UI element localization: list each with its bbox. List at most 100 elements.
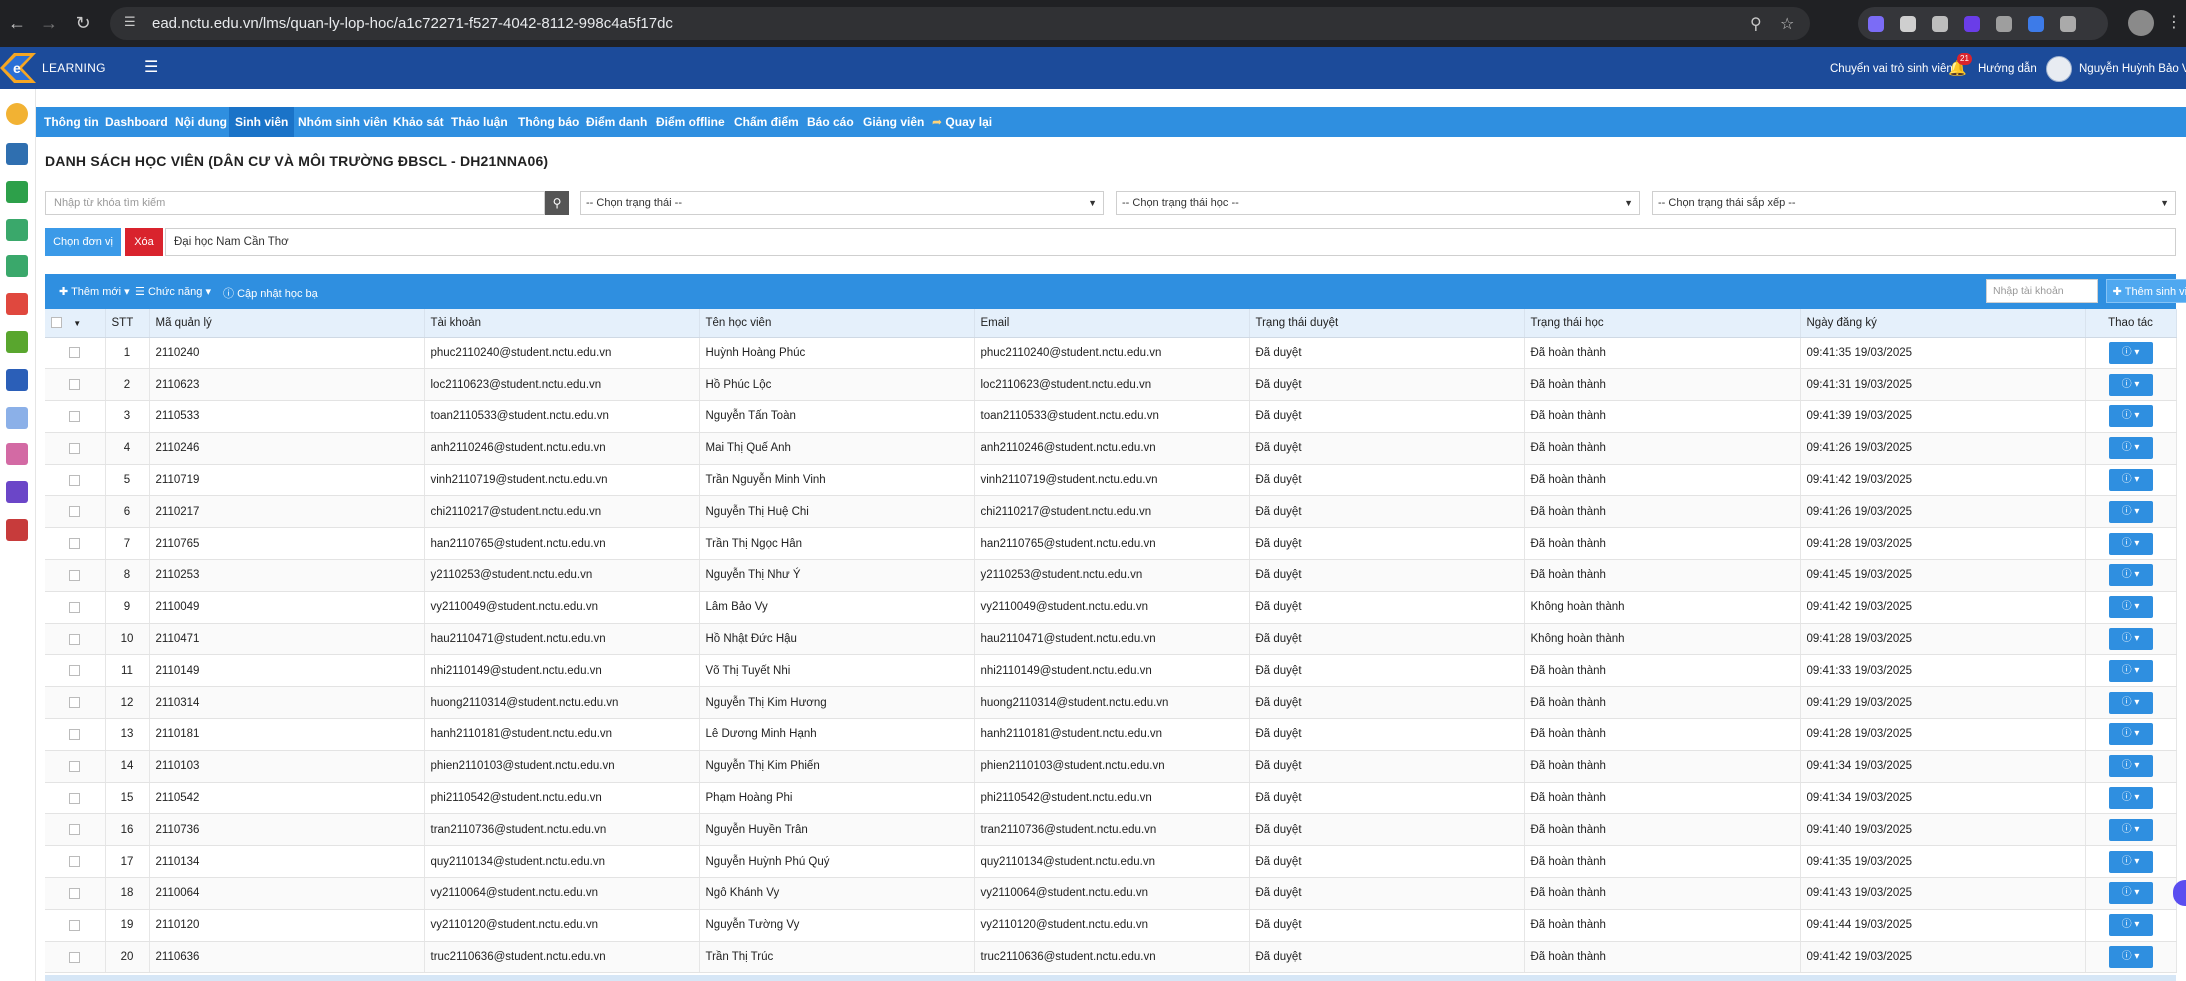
row-checkbox[interactable] <box>69 506 81 518</box>
row-checkbox[interactable] <box>69 665 81 677</box>
row-select-cell[interactable] <box>45 941 106 974</box>
row-action-button[interactable]: ⓘ ▾ <box>2108 691 2153 714</box>
tab-report[interactable]: Báo cáo <box>801 107 860 137</box>
caret-down-icon[interactable]: ▼ <box>73 319 81 328</box>
tab-announcement[interactable]: Thông báo <box>512 107 585 137</box>
extension-icon[interactable] <box>1996 16 2012 32</box>
header-email[interactable]: Email <box>974 309 1250 338</box>
classroom-icon[interactable] <box>6 255 28 277</box>
row-select-cell[interactable] <box>45 909 106 942</box>
hamburger-menu-icon[interactable]: ☰ <box>144 57 158 77</box>
header-stt[interactable]: STT <box>105 309 150 338</box>
table-row[interactable]: 10 2110471 hau2110471@student.nctu.edu.vn H… <box>45 623 2177 656</box>
functions-dropdown[interactable]: ☰ Chức năng ▾ <box>135 285 211 298</box>
grid-apps-icon[interactable] <box>6 293 28 315</box>
header-code[interactable]: Mã quản lý <box>149 309 425 338</box>
row-select-cell[interactable] <box>45 559 106 592</box>
camera-icon[interactable] <box>1932 16 1948 32</box>
row-checkbox[interactable] <box>69 697 81 709</box>
table-row[interactable]: 14 2110103 phien2110103@student.nctu.edu.v… <box>45 750 2177 783</box>
browser-profile-avatar[interactable] <box>2128 10 2154 36</box>
table-row[interactable]: 9 2110049 vy2110049@student.nctu.edu.vn Lâm… <box>45 591 2177 624</box>
row-action-button[interactable]: ⓘ ▾ <box>2108 373 2153 396</box>
row-action-button[interactable]: ⓘ ▾ <box>2108 850 2153 873</box>
extension-icon[interactable] <box>1900 16 1916 32</box>
table-row[interactable]: 16 2110736 tran2110736@student.nctu.edu.vn… <box>45 813 2177 847</box>
row-select-cell[interactable] <box>45 495 106 529</box>
update-grade-button[interactable]: ⓘ Cập nhật học bạ <box>223 285 318 301</box>
row-action-button[interactable]: ⓘ ▾ <box>2108 946 2153 969</box>
table-row[interactable]: 2 2110623 loc2110623@student.nctu.edu.vn Hồ… <box>45 368 2177 402</box>
row-select-cell[interactable] <box>45 654 106 688</box>
row-select-cell[interactable] <box>45 527 106 561</box>
choose-unit-button[interactable]: Chọn đơn vị <box>45 228 121 256</box>
tab-teacher[interactable]: Giảng viên <box>857 107 930 137</box>
row-checkbox[interactable] <box>69 760 81 772</box>
sort-status-select[interactable]: -- Chọn trạng thái sắp xếp -- ▼ <box>1652 191 2176 215</box>
search-input[interactable]: Nhập từ khóa tìm kiếm <box>45 191 545 215</box>
tab-info[interactable]: Thông tin <box>38 107 105 137</box>
row-action-button[interactable]: ⓘ ▾ <box>2108 405 2153 428</box>
table-row[interactable]: 8 2110253 y2110253@student.nctu.edu.vn Nguy… <box>45 559 2177 592</box>
bookmark-star-icon[interactable]: ☆ <box>1780 14 1794 34</box>
table-row[interactable]: 17 2110134 quy2110134@student.nctu.edu.vn N… <box>45 845 2177 879</box>
row-checkbox[interactable] <box>69 728 81 740</box>
row-select-cell[interactable] <box>45 623 106 656</box>
back-arrow-icon[interactable]: ← <box>4 10 30 36</box>
tab-grading[interactable]: Chấm điểm <box>728 107 805 137</box>
row-checkbox[interactable] <box>69 569 81 581</box>
row-checkbox[interactable] <box>69 601 81 613</box>
header-account[interactable]: Tài khoản <box>424 309 700 338</box>
tab-survey[interactable]: Khảo sát <box>387 107 450 137</box>
row-checkbox[interactable] <box>69 824 81 836</box>
table-row[interactable]: 18 2110064 vy2110064@student.nctu.edu.vn Ng… <box>45 877 2177 910</box>
study-status-select[interactable]: -- Chọn trạng thái học -- ▼ <box>1116 191 1640 215</box>
row-checkbox[interactable] <box>69 633 81 645</box>
classroom-icon[interactable] <box>6 219 28 241</box>
reload-icon[interactable]: ↻ <box>70 10 96 36</box>
row-checkbox[interactable] <box>69 379 81 391</box>
row-select-cell[interactable] <box>45 432 106 465</box>
row-checkbox[interactable] <box>69 347 81 359</box>
table-row[interactable]: 7 2110765 han2110765@student.nctu.edu.vn Tr… <box>45 527 2177 561</box>
row-action-button[interactable]: ⓘ ▾ <box>2108 628 2153 651</box>
row-select-cell[interactable] <box>45 750 106 783</box>
table-row[interactable]: 4 2110246 anh2110246@student.nctu.edu.vn Ma… <box>45 432 2177 465</box>
row-checkbox[interactable] <box>69 474 81 486</box>
puzzle-icon[interactable] <box>2060 16 2076 32</box>
user-name[interactable]: Nguyễn Huỳnh Bảo Vinh <box>2079 63 2186 75</box>
row-select-cell[interactable] <box>45 337 106 370</box>
search-icon[interactable]: ⚲ <box>545 191 569 215</box>
teacher-icon[interactable] <box>6 443 28 465</box>
row-action-button[interactable]: ⓘ ▾ <box>2108 914 2153 937</box>
dashboard-icon[interactable] <box>6 103 28 125</box>
table-row[interactable]: 19 2110120 vy2110120@student.nctu.edu.vn Ng… <box>45 909 2177 942</box>
row-action-button[interactable]: ⓘ ▾ <box>2108 500 2153 523</box>
course-icon[interactable] <box>6 143 28 165</box>
row-select-cell[interactable] <box>45 686 106 720</box>
table-row[interactable]: 5 2110719 vinh2110719@student.nctu.edu.vn T… <box>45 464 2177 497</box>
row-select-cell[interactable] <box>45 845 106 879</box>
browser-menu-icon[interactable]: ⋮ <box>2166 12 2182 32</box>
table-row[interactable]: 3 2110533 toan2110533@student.nctu.edu.vn N… <box>45 400 2177 433</box>
row-select-cell[interactable] <box>45 877 106 910</box>
row-action-button[interactable]: ⓘ ▾ <box>2108 596 2153 619</box>
row-select-cell[interactable] <box>45 718 106 751</box>
row-select-cell[interactable] <box>45 591 106 624</box>
extension-icon[interactable] <box>1868 16 1884 32</box>
add-new-dropdown[interactable]: ✚ Thêm mới ▾ <box>59 285 130 298</box>
row-checkbox[interactable] <box>69 951 81 963</box>
tab-content[interactable]: Nội dung <box>169 107 233 137</box>
clear-unit-button[interactable]: Xóa <box>125 228 163 256</box>
tab-dashboard[interactable]: Dashboard <box>99 107 174 137</box>
tab-back[interactable]: ➦ Quay lại <box>926 107 998 137</box>
select-all-checkbox[interactable] <box>51 317 62 329</box>
table-row[interactable]: 1 2110240 phuc2110240@student.nctu.edu.vn H… <box>45 337 2177 370</box>
row-checkbox[interactable] <box>69 792 81 804</box>
row-action-button[interactable]: ⓘ ▾ <box>2108 818 2153 841</box>
switch-role-link[interactable]: Chuyển vai trò sinh viên <box>1830 63 1953 75</box>
zoom-icon[interactable]: ⚲ <box>1750 14 1762 34</box>
row-checkbox[interactable] <box>69 442 81 454</box>
row-action-button[interactable]: ⓘ ▾ <box>2108 882 2153 905</box>
row-select-cell[interactable] <box>45 368 106 402</box>
